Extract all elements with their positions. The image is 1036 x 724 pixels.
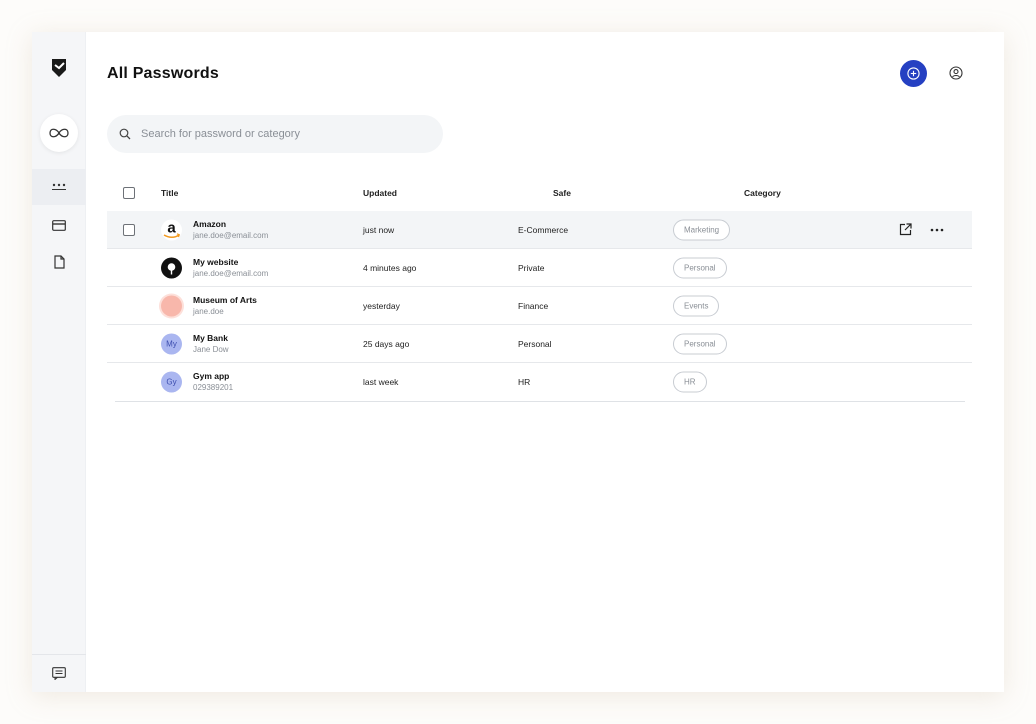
credit-card-icon bbox=[52, 219, 66, 231]
svg-text:a: a bbox=[167, 219, 176, 236]
row-title: My Bank bbox=[193, 332, 228, 343]
more-horizontal-icon bbox=[930, 228, 944, 231]
table-row[interactable]: Gy Gym app 029389201 last week HR HR bbox=[107, 363, 972, 401]
column-updated: Updated bbox=[363, 187, 397, 198]
row-title-block: Museum of Arts jane.doe bbox=[193, 295, 257, 317]
document-icon bbox=[53, 255, 65, 269]
search-icon bbox=[119, 128, 131, 140]
category-tag[interactable]: Personal bbox=[673, 257, 727, 278]
password-dots-icon bbox=[52, 183, 66, 190]
row-updated: 25 days ago bbox=[363, 338, 410, 349]
row-subtitle: jane.doe@email.com bbox=[193, 268, 269, 278]
user-circle-icon bbox=[949, 66, 963, 80]
avatar: Gy bbox=[161, 371, 182, 393]
row-updated: 4 minutes ago bbox=[363, 262, 417, 273]
row-updated: just now bbox=[363, 224, 395, 235]
open-link-button[interactable] bbox=[897, 222, 913, 238]
avatar: My bbox=[161, 333, 182, 354]
row-title-block: Gym app 029389201 bbox=[193, 371, 233, 393]
row-subtitle: jane.doe@email.com bbox=[193, 230, 269, 240]
website-logo-icon bbox=[161, 257, 182, 278]
row-title-block: My Bank Jane Dow bbox=[193, 333, 229, 355]
sidebar bbox=[32, 32, 86, 692]
external-link-icon bbox=[899, 223, 912, 236]
category-tag[interactable]: Personal bbox=[673, 333, 727, 354]
main-content: All Passwords Tit bbox=[86, 32, 1004, 692]
column-title: Title bbox=[161, 187, 179, 198]
row-safe: E-Commerce bbox=[518, 224, 569, 235]
table-row[interactable]: My My Bank Jane Dow 25 days ago Personal… bbox=[107, 325, 972, 363]
row-title: My website bbox=[193, 256, 239, 267]
table-header: Title Updated Safe Category bbox=[107, 174, 972, 211]
category-tag[interactable]: HR bbox=[673, 371, 707, 393]
passwords-table: Title Updated Safe Category a Amazon jan… bbox=[107, 174, 972, 402]
infinity-icon[interactable] bbox=[40, 114, 78, 152]
app-logo-icon[interactable] bbox=[50, 58, 68, 78]
row-subtitle: jane.doe bbox=[193, 306, 224, 316]
select-all-checkbox[interactable] bbox=[123, 186, 135, 199]
row-subtitle: 029389201 bbox=[193, 383, 234, 392]
column-safe: Safe bbox=[553, 187, 571, 198]
row-updated: last week bbox=[363, 377, 399, 387]
add-password-button[interactable] bbox=[900, 60, 927, 87]
row-subtitle: Jane Dow bbox=[193, 344, 229, 354]
row-safe: HR bbox=[518, 377, 531, 387]
row-updated: yesterday bbox=[363, 300, 400, 311]
row-title-block: My website jane.doe@email.com bbox=[193, 257, 268, 279]
search-bar[interactable] bbox=[107, 115, 443, 153]
column-category: Category bbox=[744, 187, 781, 198]
sidebar-item-notes[interactable] bbox=[32, 244, 86, 280]
row-checkbox[interactable] bbox=[123, 223, 135, 236]
museum-logo-icon bbox=[161, 295, 182, 316]
row-title: Gym app bbox=[193, 371, 230, 381]
row-safe: Finance bbox=[518, 300, 549, 311]
search-input[interactable] bbox=[141, 128, 411, 140]
row-title-block: Amazon jane.doe@email.com bbox=[193, 219, 268, 241]
table-row[interactable]: a Amazon jane.doe@email.com just now E-C… bbox=[107, 211, 972, 249]
plus-circle-icon bbox=[907, 67, 920, 80]
page-title: All Passwords bbox=[107, 65, 219, 82]
table-row[interactable]: My website jane.doe@email.com 4 minutes … bbox=[107, 249, 972, 287]
row-safe: Personal bbox=[518, 338, 552, 349]
app-window: All Passwords Tit bbox=[32, 32, 1004, 692]
table-bottom-divider bbox=[115, 401, 965, 402]
row-title: Museum of Arts bbox=[193, 294, 257, 305]
amazon-logo-icon: a bbox=[161, 219, 182, 240]
user-profile-button[interactable] bbox=[946, 63, 966, 83]
row-title: Amazon bbox=[193, 218, 227, 229]
more-options-button[interactable] bbox=[929, 222, 945, 238]
table-row[interactable]: Museum of Arts jane.doe yesterday Financ… bbox=[107, 287, 972, 325]
row-safe: Private bbox=[518, 262, 545, 273]
category-tag[interactable]: Marketing bbox=[673, 219, 731, 240]
feedback-button[interactable] bbox=[32, 654, 86, 692]
chat-icon bbox=[52, 667, 66, 680]
sidebar-item-passwords[interactable] bbox=[32, 169, 86, 205]
category-tag[interactable]: Events bbox=[673, 295, 720, 316]
sidebar-item-cards[interactable] bbox=[32, 207, 86, 243]
